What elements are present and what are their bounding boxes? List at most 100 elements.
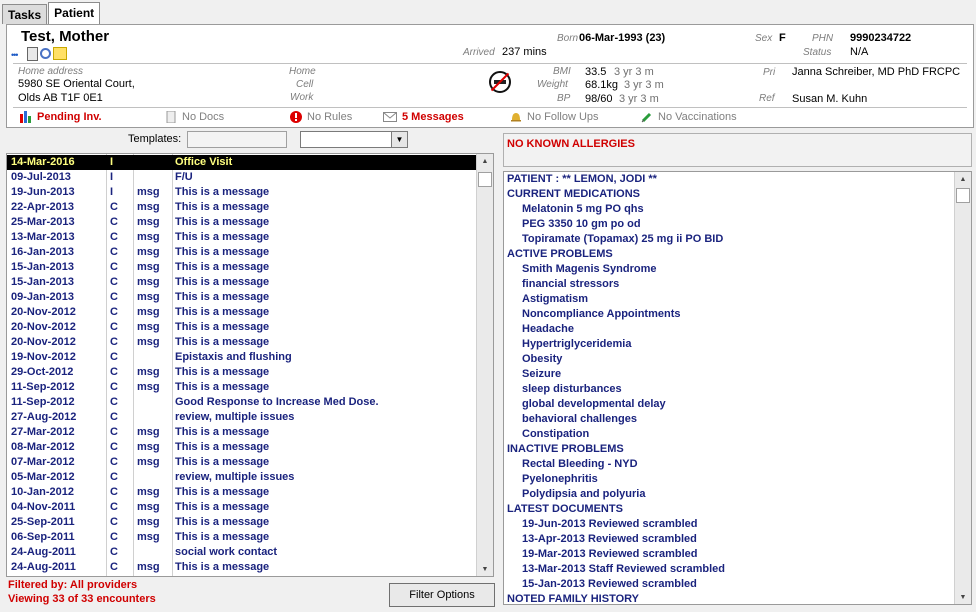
- scroll-thumb[interactable]: [956, 188, 970, 203]
- filter-options-button[interactable]: Filter Options: [389, 583, 495, 607]
- summary-item[interactable]: Topiramate (Topamax) 25 mg ii PO BID: [522, 233, 723, 248]
- arrived-label: Arrived: [463, 47, 495, 58]
- encounter-row[interactable]: 19-Nov-2012 C Epistaxis and flushing: [7, 350, 477, 365]
- summary-item[interactable]: 13-Mar-2013 Staff Reviewed scrambled: [522, 563, 725, 578]
- encounter-row[interactable]: 07-Mar-2012 Cmsg This is a message: [7, 455, 477, 470]
- envelope-icon: [383, 112, 397, 122]
- encounter-row[interactable]: 29-Oct-2012 Cmsg This is a message: [7, 365, 477, 380]
- encounter-type: C: [110, 486, 118, 498]
- encounter-description: This is a message: [175, 291, 270, 303]
- summary-item[interactable]: Hypertriglyceridemia: [522, 338, 631, 353]
- summary-scrollbar[interactable]: ▲ ▼: [954, 172, 971, 604]
- encounter-date: 20-Nov-2012: [11, 306, 76, 318]
- encounter-row[interactable]: 20-Nov-2012 Cmsg This is a message: [7, 320, 477, 335]
- encounter-row[interactable]: 14-Mar-2016 I Office Visit: [7, 155, 477, 170]
- encounter-list[interactable]: 14-Mar-2016 I Office Visit 09-Jul-2013 I F/U 1…: [6, 153, 494, 577]
- tab-patient[interactable]: Patient: [48, 2, 101, 24]
- scroll-up-icon[interactable]: ▲: [955, 172, 971, 186]
- encounter-row[interactable]: 19-Jun-2013 Imsg This is a message: [7, 185, 477, 200]
- encounter-row[interactable]: 09-Jul-2013 I F/U: [7, 170, 477, 185]
- docs-status[interactable]: No Docs: [165, 111, 224, 123]
- scroll-down-icon[interactable]: ▼: [955, 590, 971, 604]
- summary-item[interactable]: Constipation: [522, 428, 589, 443]
- encounter-row[interactable]: 15-Jan-2013 Cmsg This is a message: [7, 260, 477, 275]
- encounter-row[interactable]: 08-Mar-2012 Cmsg This is a message: [7, 440, 477, 455]
- encounter-row[interactable]: 04-Nov-2011 Cmsg This is a message: [7, 500, 477, 515]
- born-label: Born: [557, 33, 579, 44]
- rules-status[interactable]: No Rules: [290, 111, 352, 123]
- ref-label: Ref: [759, 93, 775, 104]
- summary-item[interactable]: global developmental delay: [522, 398, 666, 413]
- encounter-row[interactable]: 11-Sep-2012 C Good Response to Increase Me…: [7, 395, 477, 410]
- encounter-row[interactable]: 24-Aug-2011 Csocial work contact: [7, 545, 477, 560]
- summary-item[interactable]: 13-Apr-2013 Reviewed scrambled: [522, 533, 697, 548]
- scroll-down-icon[interactable]: ▼: [477, 562, 493, 576]
- templates-select[interactable]: ▼: [300, 131, 408, 148]
- more-icon[interactable]: [11, 47, 25, 61]
- encounter-description: This is a message: [175, 306, 270, 318]
- summary-item[interactable]: 15-Jan-2013 Reviewed scrambled: [522, 578, 697, 593]
- bp-value: 98/60: [585, 93, 613, 105]
- encounter-type: C: [110, 246, 118, 258]
- summary-item[interactable]: sleep disturbances: [522, 383, 622, 398]
- summary-item[interactable]: behavioral challenges: [522, 413, 637, 428]
- encounter-row[interactable]: 10-Jan-2012 Cmsg This is a message: [7, 485, 477, 500]
- encounter-description: This is a message: [175, 261, 270, 273]
- encounter-category: msg: [137, 246, 160, 258]
- encounter-row[interactable]: 24-Aug-2011 Cmsg This is a message: [7, 560, 477, 575]
- scroll-up-icon[interactable]: ▲: [477, 154, 493, 168]
- document-icon[interactable]: [27, 47, 38, 61]
- summary-item[interactable]: PEG 3350 10 gm po od: [522, 218, 641, 233]
- scroll-thumb[interactable]: [478, 172, 492, 187]
- encounter-row[interactable]: 27-Aug-2012 Creview, multiple issues: [7, 410, 477, 425]
- summary-item[interactable]: Pyelonephritis: [522, 473, 598, 488]
- encounter-row[interactable]: 20-Nov-2012 Cmsg This is a message: [7, 335, 477, 350]
- encounter-scrollbar[interactable]: ▲ ▼: [476, 154, 493, 576]
- encounter-row[interactable]: 06-Sep-2011 Cmsg This is a message: [7, 530, 477, 545]
- encounter-row[interactable]: 25-Sep-2011 Cmsg This is a message: [7, 515, 477, 530]
- encounter-row[interactable]: 13-Mar-2013 Cmsg This is a message: [7, 230, 477, 245]
- encounter-row[interactable]: 09-Jan-2013 Cmsg This is a message: [7, 290, 477, 305]
- search-icon[interactable]: [40, 48, 51, 59]
- encounter-row[interactable]: 11-Sep-2012 Cmsg This is a message: [7, 380, 477, 395]
- summary-item[interactable]: Noncompliance Appointments: [522, 308, 681, 323]
- encounter-date: 19-Nov-2012: [11, 351, 76, 363]
- chevron-down-icon[interactable]: ▼: [391, 132, 407, 147]
- encounter-type: I: [110, 156, 114, 168]
- summary-item[interactable]: Astigmatism: [522, 293, 588, 308]
- encounter-row[interactable]: 16-Jan-2013 Cmsg This is a message: [7, 245, 477, 260]
- summary-item[interactable]: 19-Mar-2013 Reviewed scrambled: [522, 548, 697, 563]
- encounter-description: This is a message: [175, 561, 270, 573]
- summary-item[interactable]: Rectal Bleeding - NYD: [522, 458, 638, 473]
- encounter-description: F/U: [175, 171, 193, 183]
- summary-item[interactable]: Polydipsia and polyuria: [522, 488, 645, 503]
- messages-status[interactable]: 5 Messages: [383, 111, 464, 123]
- encounter-row[interactable]: 22-Apr-2013 Cmsg This is a message: [7, 200, 477, 215]
- encounter-row[interactable]: 15-Jan-2013 Cmsg This is a message: [7, 275, 477, 290]
- encounter-type: C: [110, 396, 118, 408]
- encounter-date: 24-Aug-2011: [11, 561, 76, 573]
- summary-item[interactable]: Obesity: [522, 353, 562, 368]
- encounter-description: This is a message: [175, 516, 270, 528]
- sticky-note-icon[interactable]: [53, 47, 67, 60]
- summary-item[interactable]: Headache: [522, 323, 574, 338]
- summary-item[interactable]: financial stressors: [522, 278, 619, 293]
- encounter-date: 27-Aug-2012: [11, 411, 77, 423]
- encounter-row[interactable]: 25-Mar-2013 Cmsg This is a message: [7, 215, 477, 230]
- tab-tasks[interactable]: Tasks: [2, 4, 48, 24]
- vaccinations-status[interactable]: No Vaccinations: [641, 111, 737, 123]
- encounter-category: msg: [137, 306, 160, 318]
- encounter-row[interactable]: 05-Mar-2012 Creview, multiple issues: [7, 470, 477, 485]
- summary-item[interactable]: Smith Magenis Syndrome: [522, 263, 656, 278]
- patient-summary[interactable]: PATIENT : ** LEMON, JODI ** CURRENT MEDIC…: [503, 171, 972, 605]
- encounter-row[interactable]: 20-Nov-2012 Cmsg This is a message: [7, 305, 477, 320]
- encounter-row[interactable]: 27-Mar-2012 Cmsg This is a message: [7, 425, 477, 440]
- pending-inv[interactable]: Pending Inv.: [20, 111, 102, 123]
- followups-status[interactable]: No Follow Ups: [510, 111, 599, 123]
- summary-item[interactable]: 19-Jun-2013 Reviewed scrambled: [522, 518, 697, 533]
- encounter-description: Good Response to Increase Med Dose.: [175, 396, 379, 408]
- summary-item[interactable]: Seizure: [522, 368, 561, 383]
- templates-input[interactable]: [187, 131, 287, 148]
- status-label: Status: [803, 47, 832, 58]
- summary-item[interactable]: Melatonin 5 mg PO qhs: [522, 203, 644, 218]
